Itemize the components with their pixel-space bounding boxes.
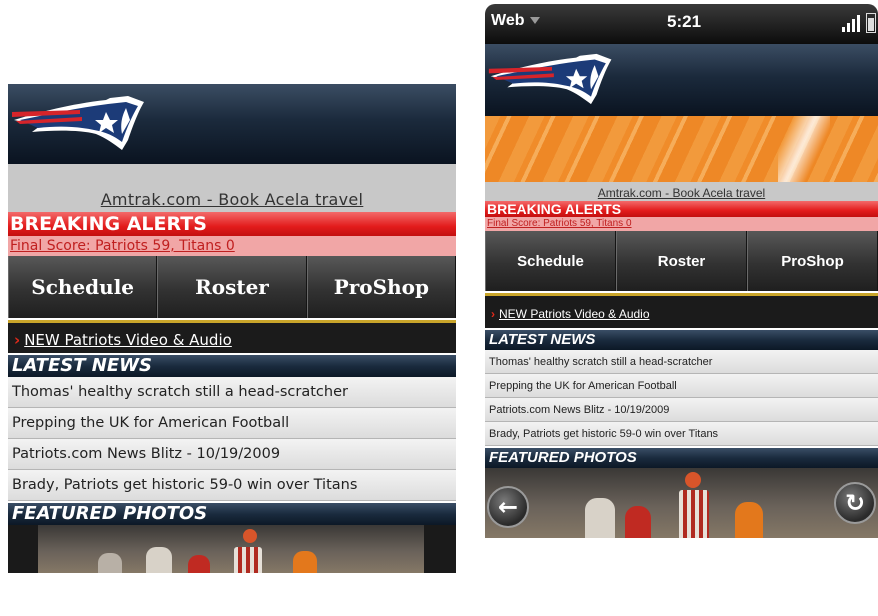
clock: 5:21 [667, 12, 702, 31]
video-audio-label: NEW Patriots Video & Audio [499, 307, 650, 321]
latest-news-header: LATEST NEWS [485, 330, 878, 350]
nav-roster-button[interactable]: Roster [616, 231, 747, 291]
video-audio-label: NEW Patriots Video & Audio [24, 331, 232, 349]
patriots-logo-icon[interactable] [487, 48, 617, 110]
video-audio-link[interactable]: › NEW Patriots Video & Audio [14, 331, 232, 349]
referee-figure [234, 547, 262, 573]
news-item[interactable]: Thomas' healthy scratch still a head-scr… [8, 377, 456, 408]
main-nav: Schedule Roster ProShop [8, 256, 456, 318]
nav-schedule-button[interactable]: Schedule [485, 231, 616, 291]
ad-link[interactable]: Amtrak.com - Book Acela travel [485, 186, 878, 200]
main-nav: Schedule Roster ProShop [485, 231, 878, 291]
player-figure [625, 506, 651, 538]
featured-photos-header: FEATURED PHOTOS [8, 503, 456, 525]
chevron-right-icon: › [14, 331, 21, 349]
video-bar: › NEW Patriots Video & Audio [485, 293, 878, 328]
player-figure [98, 553, 122, 573]
player-figure [585, 498, 615, 538]
nav-schedule-button[interactable]: Schedule [8, 256, 158, 318]
news-item[interactable]: Prepping the UK for American Football [485, 374, 878, 398]
featured-photo[interactable]: ← ↻ [485, 468, 878, 538]
breaking-alerts-title: BREAKING ALERTS [485, 201, 878, 217]
featured-photo[interactable] [8, 525, 456, 573]
news-item[interactable]: Patriots.com News Blitz - 10/19/2009 [8, 439, 456, 470]
site-header [8, 84, 456, 164]
player-figure [146, 547, 172, 573]
nav-proshop-button[interactable]: ProShop [306, 256, 456, 318]
news-item[interactable]: Brady, Patriots get historic 59-0 win ov… [485, 422, 878, 446]
left-phone-screen: Amtrak.com - Book Acela travel BREAKING … [8, 84, 456, 616]
photo-image [38, 525, 424, 573]
breaking-alert-link[interactable]: Final Score: Patriots 59, Titans 0 [485, 217, 878, 231]
back-arrow-icon[interactable]: ← [487, 486, 529, 528]
patriots-logo-icon[interactable] [10, 90, 150, 156]
player-figure [685, 472, 701, 488]
referee-figure [679, 490, 709, 538]
app-menu[interactable]: Web [491, 12, 541, 30]
reload-icon[interactable]: ↻ [834, 482, 876, 524]
breaking-alert-link[interactable]: Final Score: Patriots 59, Titans 0 [8, 236, 456, 256]
status-bar: Web 5:21 [485, 4, 878, 44]
player-figure [243, 529, 257, 543]
chevron-down-icon [530, 17, 541, 25]
breaking-alerts-title: BREAKING ALERTS [8, 212, 456, 236]
latest-news-header: LATEST NEWS [8, 355, 456, 377]
right-phone-screen: Web 5:21 Amtrak.com - Book Acela travel … [485, 4, 878, 616]
signal-icon [842, 14, 864, 32]
player-figure [188, 555, 210, 573]
nav-proshop-button[interactable]: ProShop [747, 231, 878, 291]
ad-link[interactable]: Amtrak.com - Book Acela travel [8, 190, 456, 209]
nav-roster-button[interactable]: Roster [157, 256, 307, 318]
news-item[interactable]: Patriots.com News Blitz - 10/19/2009 [485, 398, 878, 422]
player-figure [735, 502, 763, 538]
ad-bar: Amtrak.com - Book Acela travel [8, 164, 456, 212]
site-header [485, 44, 878, 116]
news-item[interactable]: Brady, Patriots get historic 59-0 win ov… [8, 470, 456, 501]
news-item[interactable]: Thomas' healthy scratch still a head-scr… [485, 350, 878, 374]
app-menu-label: Web [491, 12, 525, 29]
video-audio-link[interactable]: › NEW Patriots Video & Audio [491, 307, 650, 321]
news-item[interactable]: Prepping the UK for American Football [8, 408, 456, 439]
photo-image [485, 468, 878, 538]
video-bar: › NEW Patriots Video & Audio [8, 320, 456, 353]
featured-photos-header: FEATURED PHOTOS [485, 448, 878, 468]
ad-bar: Amtrak.com - Book Acela travel [485, 116, 878, 201]
player-figure [293, 551, 317, 573]
ad-banner[interactable] [485, 116, 878, 182]
chevron-right-icon: › [491, 307, 495, 321]
battery-icon [866, 13, 876, 33]
